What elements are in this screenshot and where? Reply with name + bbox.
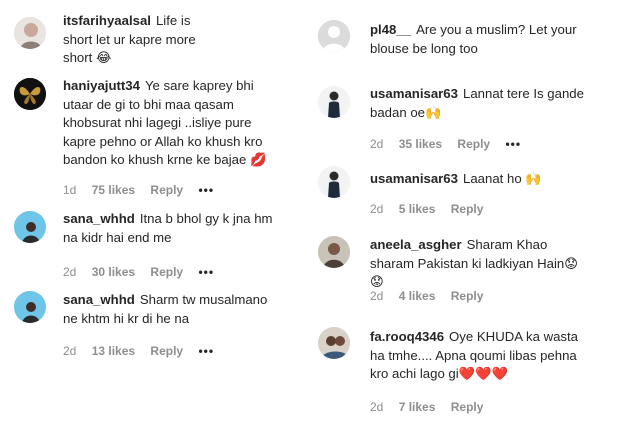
comment-username[interactable]: sana_whhd — [63, 211, 135, 226]
reply-button[interactable]: Reply — [150, 183, 183, 197]
comment-time: 2d — [370, 289, 384, 303]
comment-meta: 2d 7 likes Reply — [370, 400, 495, 414]
more-options-icon[interactable]: ••• — [198, 265, 214, 279]
default-avatar-icon — [318, 20, 350, 52]
more-options-icon[interactable]: ••• — [198, 344, 214, 358]
butterfly-avatar-icon — [14, 78, 46, 110]
comment-meta: 2d 30 likes Reply ••• — [63, 265, 226, 279]
user-photo-icon — [318, 166, 350, 198]
likes-count[interactable]: 30 likes — [92, 265, 135, 279]
more-options-icon[interactable]: ••• — [505, 137, 521, 151]
likes-count[interactable]: 35 likes — [399, 137, 442, 151]
avatar[interactable] — [14, 78, 46, 110]
comment-time: 2d — [370, 137, 384, 151]
user-photo-icon — [14, 17, 46, 49]
user-photo-icon — [14, 291, 46, 323]
user-photo-icon — [318, 86, 350, 118]
likes-count[interactable]: 7 likes — [399, 400, 436, 414]
comment-text-block: fa.rooq4346 Oye KHUDA ka wasta ha tmhe...… — [370, 328, 592, 384]
avatar[interactable] — [318, 20, 350, 52]
comment-text: Laanat ho 🙌 — [462, 171, 542, 186]
reply-button[interactable]: Reply — [451, 202, 484, 216]
comment-text-block: usamanisar63 Lannat tere Is gande badan o… — [370, 85, 588, 122]
likes-count[interactable]: 4 likes — [399, 289, 436, 303]
avatar[interactable] — [318, 327, 350, 359]
comment-meta: 2d 5 likes Reply — [370, 202, 495, 216]
reply-button[interactable]: Reply — [150, 265, 183, 279]
comment-username[interactable]: haniyajutt34 — [63, 78, 140, 93]
comment-time: 1d — [63, 183, 77, 197]
comment-time: 2d — [63, 265, 77, 279]
reply-button[interactable]: Reply — [451, 289, 484, 303]
comment-text-block: aneela_asgher Sharam Khao sharam Pakistan… — [370, 236, 588, 292]
likes-count[interactable]: 13 likes — [92, 344, 135, 358]
comment-username[interactable]: fa.rooq4346 — [370, 329, 444, 344]
comment-text-block: haniyajutt34 Ye sare kaprey bhi utaar de … — [63, 77, 281, 170]
comment-meta: 2d 4 likes Reply — [370, 289, 495, 303]
user-photo-icon — [318, 236, 350, 268]
comment-time: 2d — [63, 344, 77, 358]
comment-meta: 2d 13 likes Reply ••• — [63, 344, 226, 358]
reply-button[interactable]: Reply — [457, 137, 490, 151]
reply-button[interactable]: Reply — [150, 344, 183, 358]
user-photo-icon — [14, 211, 46, 243]
avatar[interactable] — [14, 17, 46, 49]
comment-time: 2d — [370, 400, 384, 414]
comment-meta: 2d 35 likes Reply ••• — [370, 137, 533, 151]
more-options-icon[interactable]: ••• — [198, 183, 214, 197]
comment-username[interactable]: usamanisar63 — [370, 86, 458, 101]
avatar[interactable] — [318, 86, 350, 118]
avatar[interactable] — [318, 236, 350, 268]
comment-username[interactable]: aneela_asgher — [370, 237, 462, 252]
reply-button[interactable]: Reply — [451, 400, 484, 414]
comment-text-block: itsfarihyaalsal Life is short let ur kapr… — [63, 12, 223, 68]
comment-username[interactable]: usamanisar63 — [370, 171, 458, 186]
comment-username[interactable]: itsfarihyaalsal — [63, 13, 151, 28]
comment-meta: 1d 75 likes Reply ••• — [63, 183, 226, 197]
user-photo-icon — [318, 327, 350, 359]
likes-count[interactable]: 75 likes — [92, 183, 135, 197]
comment-text-block: usamanisar63 Laanat ho 🙌 — [370, 170, 588, 189]
comment-text-block: sana_whhd Sharm tw musalmano ne khtm hi k… — [63, 291, 281, 328]
comment-text-block: sana_whhd Itna b bhol gy k jna hm na kidr… — [63, 210, 281, 247]
avatar[interactable] — [318, 166, 350, 198]
comment-username[interactable]: pl48__ — [370, 22, 411, 37]
avatar[interactable] — [14, 291, 46, 323]
avatar[interactable] — [14, 211, 46, 243]
comment-time: 2d — [370, 202, 384, 216]
comment-text-block: pl48__ Are you a muslim? Let your blouse … — [370, 21, 590, 58]
likes-count[interactable]: 5 likes — [399, 202, 436, 216]
comment-username[interactable]: sana_whhd — [63, 292, 135, 307]
